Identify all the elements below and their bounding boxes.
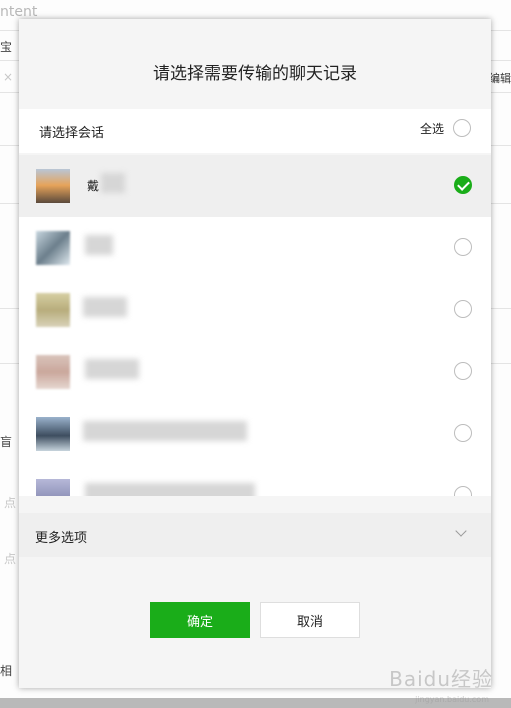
background-close-fragment[interactable]: × [3,70,13,84]
transfer-chat-history-dialog: 请选择需要传输的聊天记录 请选择会话 全选 戴 更多选项 确定 取消 [19,19,491,688]
dialog-title: 请选择需要传输的聊天记录 [153,64,357,84]
session-item[interactable]: 戴 [19,155,491,217]
background-fragment: 宝 [0,40,13,54]
select-all-label: 全选 [419,121,444,136]
watermark-logo: Baidu经验 [389,667,493,691]
session-item[interactable] [19,279,491,341]
select-all-radio[interactable] [453,119,471,137]
more-options-toggle[interactable]: 更多选项 [19,513,491,557]
confirm-button[interactable]: 确定 [150,602,250,638]
session-item[interactable] [19,403,491,465]
session-item[interactable] [19,217,491,279]
redacted-name [85,359,139,379]
background-fragment: 点 [4,496,17,510]
avatar [36,231,70,265]
background-fragment: 盲 [0,435,13,449]
background-fragment: 点 [4,552,17,566]
background-fragment: 相 [0,664,13,678]
avatar [36,293,70,327]
section-label: 请选择会话 [39,126,105,141]
redacted-name [83,421,247,441]
avatar [36,479,70,496]
redacted-name [85,483,255,496]
session-checkbox[interactable] [454,362,472,380]
avatar [36,417,70,451]
session-checkbox[interactable] [454,176,472,194]
session-checkbox[interactable] [454,300,472,318]
background-edit-fragment: 编辑 [489,72,511,85]
avatar [36,169,70,203]
session-checkbox[interactable] [454,238,472,256]
redacted-name [83,297,127,317]
session-select-header: 请选择会话 全选 [19,109,491,153]
session-item[interactable] [19,341,491,403]
select-all-toggle[interactable]: 全选 [420,119,471,137]
cancel-button[interactable]: 取消 [260,602,360,638]
session-checkbox[interactable] [454,424,472,442]
avatar [36,355,70,389]
session-checkbox[interactable] [454,486,472,496]
chevron-down-icon [455,525,467,537]
session-list[interactable]: 戴 [19,155,491,496]
session-item[interactable] [19,465,491,496]
redacted-name [101,173,125,193]
session-name: 戴 [87,179,100,193]
more-options-label: 更多选项 [35,531,88,546]
background-title-fragment: ntent [0,4,38,20]
watermark-url: jingyan.baidu.com [415,695,489,704]
redacted-name [85,235,113,255]
